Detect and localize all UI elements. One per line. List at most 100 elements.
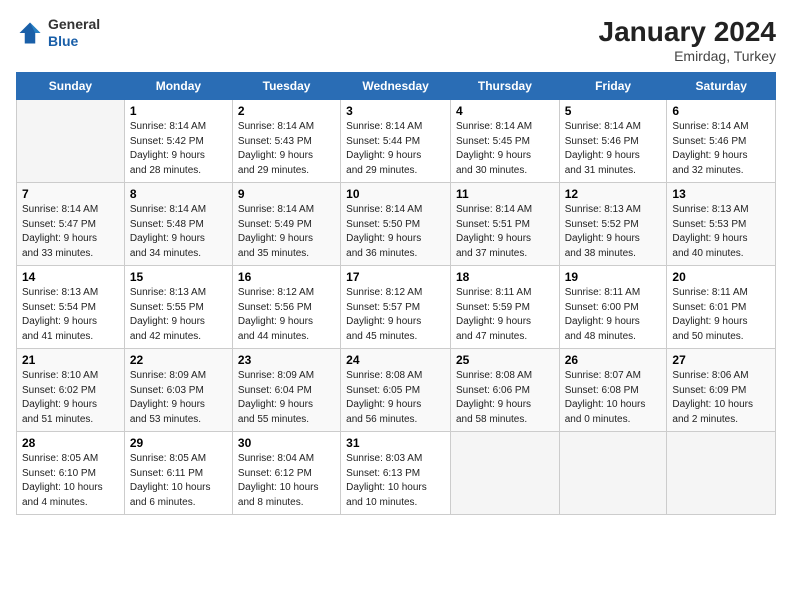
calendar-cell: [450, 432, 559, 515]
day-number: 13: [672, 187, 770, 201]
day-number: 10: [346, 187, 445, 201]
calendar-cell: 4Sunrise: 8:14 AMSunset: 5:45 PMDaylight…: [450, 100, 559, 183]
header-tuesday: Tuesday: [232, 73, 340, 100]
calendar-cell: 13 Sunrise: 8:13 AMSunset: 5:53 PMDayligh…: [667, 183, 776, 266]
day-info: Sunrise: 8:08 AMSunset: 6:06 PMDaylight:…: [456, 369, 554, 427]
title-block: January 2024 Emirdag, Turkey: [599, 16, 776, 64]
day-number: 15: [130, 270, 227, 284]
calendar-cell: 24 Sunrise: 8:08 AMSunset: 6:05 PMDayligh…: [341, 349, 451, 432]
calendar-cell: [667, 432, 776, 515]
day-info: Sunrise: 8:14 AMSunset: 5:44 PMDaylight:…: [346, 120, 445, 178]
day-info: Sunrise: 8:12 AMSunset: 5:56 PMDaylight:…: [238, 286, 335, 344]
week-row-0: 1 Sunrise: 8:14 AMSunset: 5:42 PMDaylight…: [17, 100, 776, 183]
calendar-cell: 22 Sunrise: 8:09 AMSunset: 6:03 PMDayligh…: [124, 349, 232, 432]
day-info: Sunrise: 8:13 AMSunset: 5:52 PMDaylight:…: [565, 203, 662, 261]
day-number: 19: [565, 270, 662, 284]
day-number: 18: [456, 270, 554, 284]
day-info: Sunrise: 8:11 AMSunset: 6:00 PMDaylight:…: [565, 286, 662, 344]
day-info: Sunrise: 8:14 AMSunset: 5:42 PMDaylight:…: [130, 120, 227, 178]
week-row-1: 7 Sunrise: 8:14 AMSunset: 5:47 PMDaylight…: [17, 183, 776, 266]
calendar-cell: 28 Sunrise: 8:05 AMSunset: 6:10 PMDayligh…: [17, 432, 125, 515]
day-number: 2: [238, 104, 335, 118]
day-number: 11: [456, 187, 554, 201]
day-info: Sunrise: 8:05 AMSunset: 6:11 PMDaylight:…: [130, 452, 227, 510]
day-info: Sunrise: 8:06 AMSunset: 6:09 PMDaylight:…: [672, 369, 770, 427]
day-info: Sunrise: 8:09 AMSunset: 6:03 PMDaylight:…: [130, 369, 227, 427]
calendar-cell: [559, 432, 667, 515]
day-number: 21: [22, 353, 119, 367]
calendar-cell: [17, 100, 125, 183]
day-number: 31: [346, 436, 445, 450]
calendar-cell: 14Sunrise: 8:13 AMSunset: 5:54 PMDayligh…: [17, 266, 125, 349]
calendar-cell: 11Sunrise: 8:14 AMSunset: 5:51 PMDayligh…: [450, 183, 559, 266]
calendar-cell: 2Sunrise: 8:14 AMSunset: 5:43 PMDaylight…: [232, 100, 340, 183]
header-thursday: Thursday: [450, 73, 559, 100]
calendar-cell: 9Sunrise: 8:14 AMSunset: 5:49 PMDaylight…: [232, 183, 340, 266]
calendar-cell: 20 Sunrise: 8:11 AMSunset: 6:01 PMDayligh…: [667, 266, 776, 349]
calendar-cell: 30Sunrise: 8:04 AMSunset: 6:12 PMDayligh…: [232, 432, 340, 515]
day-info: Sunrise: 8:14 AMSunset: 5:46 PMDaylight:…: [565, 120, 662, 178]
day-number: 26: [565, 353, 662, 367]
day-info: Sunrise: 8:05 AMSunset: 6:10 PMDaylight:…: [22, 452, 119, 510]
day-info: Sunrise: 8:07 AMSunset: 6:08 PMDaylight:…: [565, 369, 662, 427]
header-saturday: Saturday: [667, 73, 776, 100]
header-monday: Monday: [124, 73, 232, 100]
calendar-cell: 16 Sunrise: 8:12 AMSunset: 5:56 PMDayligh…: [232, 266, 340, 349]
calendar-cell: 6 Sunrise: 8:14 AMSunset: 5:46 PMDaylight…: [667, 100, 776, 183]
day-number: 8: [130, 187, 227, 201]
day-info: Sunrise: 8:13 AMSunset: 5:53 PMDaylight:…: [672, 203, 770, 261]
day-info: Sunrise: 8:14 AMSunset: 5:48 PMDaylight:…: [130, 203, 227, 261]
day-number: 7: [22, 187, 119, 201]
calendar-cell: 26 Sunrise: 8:07 AMSunset: 6:08 PMDayligh…: [559, 349, 667, 432]
day-number: 20: [672, 270, 770, 284]
day-info: Sunrise: 8:14 AMSunset: 5:46 PMDaylight:…: [672, 120, 770, 178]
calendar-cell: 18Sunrise: 8:11 AMSunset: 5:59 PMDayligh…: [450, 266, 559, 349]
header-wednesday: Wednesday: [341, 73, 451, 100]
day-info: Sunrise: 8:12 AMSunset: 5:57 PMDaylight:…: [346, 286, 445, 344]
day-number: 28: [22, 436, 119, 450]
calendar-cell: 15 Sunrise: 8:13 AMSunset: 5:55 PMDayligh…: [124, 266, 232, 349]
day-number: 6: [672, 104, 770, 118]
day-number: 5: [565, 104, 662, 118]
day-info: Sunrise: 8:10 AMSunset: 6:02 PMDaylight:…: [22, 369, 119, 427]
day-number: 1: [130, 104, 227, 118]
location: Emirdag, Turkey: [599, 48, 776, 64]
day-number: 27: [672, 353, 770, 367]
calendar-cell: 25 Sunrise: 8:08 AMSunset: 6:06 PMDayligh…: [450, 349, 559, 432]
calendar-cell: 29 Sunrise: 8:05 AMSunset: 6:11 PMDayligh…: [124, 432, 232, 515]
header-friday: Friday: [559, 73, 667, 100]
day-info: Sunrise: 8:08 AMSunset: 6:05 PMDaylight:…: [346, 369, 445, 427]
day-info: Sunrise: 8:04 AMSunset: 6:12 PMDaylight:…: [238, 452, 335, 510]
calendar-cell: 12Sunrise: 8:13 AMSunset: 5:52 PMDayligh…: [559, 183, 667, 266]
day-info: Sunrise: 8:14 AMSunset: 5:45 PMDaylight:…: [456, 120, 554, 178]
day-number: 29: [130, 436, 227, 450]
day-info: Sunrise: 8:14 AMSunset: 5:49 PMDaylight:…: [238, 203, 335, 261]
week-row-2: 14Sunrise: 8:13 AMSunset: 5:54 PMDayligh…: [17, 266, 776, 349]
day-info: Sunrise: 8:14 AMSunset: 5:50 PMDaylight:…: [346, 203, 445, 261]
week-row-4: 28 Sunrise: 8:05 AMSunset: 6:10 PMDayligh…: [17, 432, 776, 515]
calendar-cell: 23Sunrise: 8:09 AMSunset: 6:04 PMDayligh…: [232, 349, 340, 432]
calendar-cell: 8 Sunrise: 8:14 AMSunset: 5:48 PMDaylight…: [124, 183, 232, 266]
day-info: Sunrise: 8:03 AMSunset: 6:13 PMDaylight:…: [346, 452, 445, 510]
logo: General Blue: [16, 16, 100, 50]
day-number: 25: [456, 353, 554, 367]
day-number: 16: [238, 270, 335, 284]
day-number: 24: [346, 353, 445, 367]
logo-text: General Blue: [48, 16, 100, 50]
day-number: 3: [346, 104, 445, 118]
day-info: Sunrise: 8:11 AMSunset: 6:01 PMDaylight:…: [672, 286, 770, 344]
day-info: Sunrise: 8:14 AMSunset: 5:47 PMDaylight:…: [22, 203, 119, 261]
calendar-cell: 31 Sunrise: 8:03 AMSunset: 6:13 PMDayligh…: [341, 432, 451, 515]
day-number: 22: [130, 353, 227, 367]
calendar-cell: 10 Sunrise: 8:14 AMSunset: 5:50 PMDayligh…: [341, 183, 451, 266]
day-number: 17: [346, 270, 445, 284]
calendar-cell: 19 Sunrise: 8:11 AMSunset: 6:00 PMDayligh…: [559, 266, 667, 349]
calendar-cell: 27 Sunrise: 8:06 AMSunset: 6:09 PMDayligh…: [667, 349, 776, 432]
logo-icon: [16, 19, 44, 47]
calendar-cell: 5 Sunrise: 8:14 AMSunset: 5:46 PMDaylight…: [559, 100, 667, 183]
day-info: Sunrise: 8:13 AMSunset: 5:55 PMDaylight:…: [130, 286, 227, 344]
page-header: General Blue January 2024 Emirdag, Turke…: [16, 16, 776, 64]
header-sunday: Sunday: [17, 73, 125, 100]
calendar-header-row: SundayMondayTuesdayWednesdayThursdayFrid…: [17, 73, 776, 100]
day-info: Sunrise: 8:13 AMSunset: 5:54 PMDaylight:…: [22, 286, 119, 344]
